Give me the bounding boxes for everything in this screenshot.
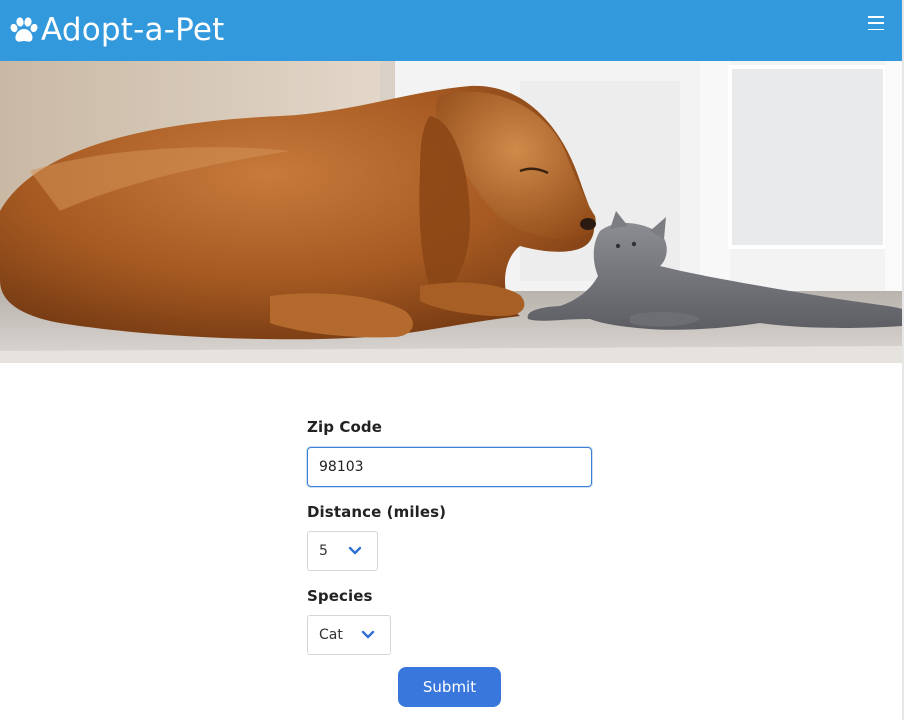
brand-title: Adopt-a-Pet bbox=[41, 12, 225, 48]
chevron-down-icon bbox=[348, 546, 362, 555]
menu-bar-2 bbox=[868, 22, 884, 24]
species-select[interactable]: Cat bbox=[307, 615, 391, 655]
species-selected-value: Cat bbox=[319, 627, 343, 643]
dog-and-kitten-photo bbox=[0, 61, 902, 363]
distance-select[interactable]: 5 bbox=[307, 531, 378, 571]
distance-selected-value: 5 bbox=[319, 543, 328, 559]
chevron-down-icon bbox=[361, 630, 375, 639]
menu-bar-1 bbox=[868, 16, 884, 18]
zip-code-input[interactable] bbox=[307, 447, 592, 487]
submit-button[interactable]: Submit bbox=[398, 667, 501, 707]
top-navbar: Adopt-a-Pet bbox=[0, 0, 902, 61]
brand-link[interactable]: Adopt-a-Pet bbox=[0, 0, 225, 61]
distance-label: Distance (miles) bbox=[307, 503, 447, 521]
paw-icon bbox=[10, 16, 38, 42]
hamburger-menu-icon[interactable] bbox=[866, 15, 886, 31]
app-window: Adopt-a-Pet Zip Code 98103 Distance (mil… bbox=[0, 0, 904, 720]
species-label: Species bbox=[307, 587, 373, 605]
zip-code-label: Zip Code bbox=[307, 418, 383, 436]
menu-bar-3 bbox=[868, 28, 884, 30]
hero-image bbox=[0, 61, 902, 363]
